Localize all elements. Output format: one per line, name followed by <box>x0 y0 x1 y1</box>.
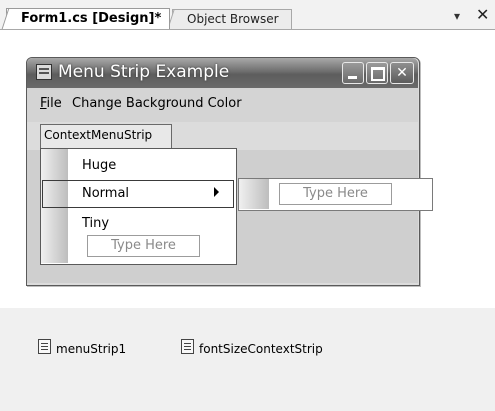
menu-strip-icon <box>38 339 51 354</box>
submenu-image-margin <box>239 179 269 209</box>
menu-item-huge[interactable]: Huge <box>82 158 116 173</box>
menu-item-tiny[interactable]: Tiny <box>82 216 109 231</box>
tab-form1-design[interactable]: Form1.cs [Design]* <box>1 8 170 31</box>
close-icon: ✕ <box>396 65 408 81</box>
form-title: Menu Strip Example <box>58 62 230 82</box>
minimize-icon <box>348 76 357 79</box>
submenu-type-here-box[interactable]: Type Here <box>279 183 392 205</box>
context-menu-strip-tab[interactable]: ContextMenuStrip <box>40 124 172 148</box>
close-button[interactable]: ✕ <box>390 62 414 84</box>
type-here-box[interactable]: Type Here <box>87 235 200 257</box>
menu-item-normal[interactable]: Normal <box>82 186 129 201</box>
tray-item-fontsizecontextstrip[interactable]: fontSizeContextStrip <box>199 342 323 356</box>
maximize-button[interactable] <box>366 62 388 84</box>
menu-change-background-color[interactable]: Change Background Color <box>72 96 242 111</box>
tray-item-menustrip1[interactable]: menuStrip1 <box>56 342 126 356</box>
submenu-arrow-icon <box>214 187 219 197</box>
context-menu-strip-label: ContextMenuStrip <box>44 128 153 142</box>
menu-file-rest: ile <box>46 96 62 111</box>
menu-file[interactable]: File <box>40 96 62 111</box>
minimize-button[interactable] <box>342 62 364 84</box>
menu-item-normal-selection[interactable] <box>42 180 234 208</box>
down-arrow-icon[interactable]: ▾ <box>454 9 460 23</box>
tab-label: Object Browser <box>187 12 279 26</box>
maximize-icon <box>371 67 385 81</box>
tab-object-browser[interactable]: Object Browser <box>167 9 292 30</box>
context-menu-strip-icon <box>181 339 194 354</box>
close-icon[interactable]: ✕ <box>476 5 489 24</box>
tab-label: Form1.cs [Design]* <box>21 11 162 26</box>
form-icon <box>36 64 52 80</box>
component-tray <box>0 308 495 411</box>
